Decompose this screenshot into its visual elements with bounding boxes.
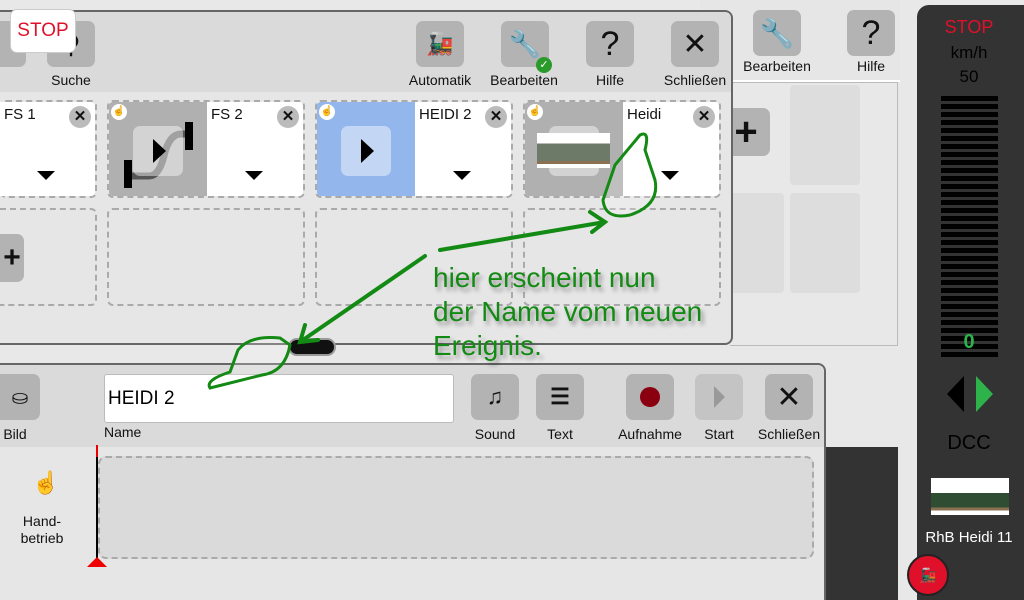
arrow-to-name (297, 254, 427, 345)
pointing-hand-icon (207, 336, 292, 390)
pointing-hand-icon (601, 132, 658, 218)
annotation-line: der Name vom neuen (433, 296, 703, 327)
annotation-text: hier erscheint nun der Name vom neuen Er… (433, 261, 702, 363)
arrow-to-tile (438, 210, 609, 252)
annotation-line: hier erscheint nun (433, 262, 656, 293)
annotation-line: Ereignis. (433, 330, 542, 361)
